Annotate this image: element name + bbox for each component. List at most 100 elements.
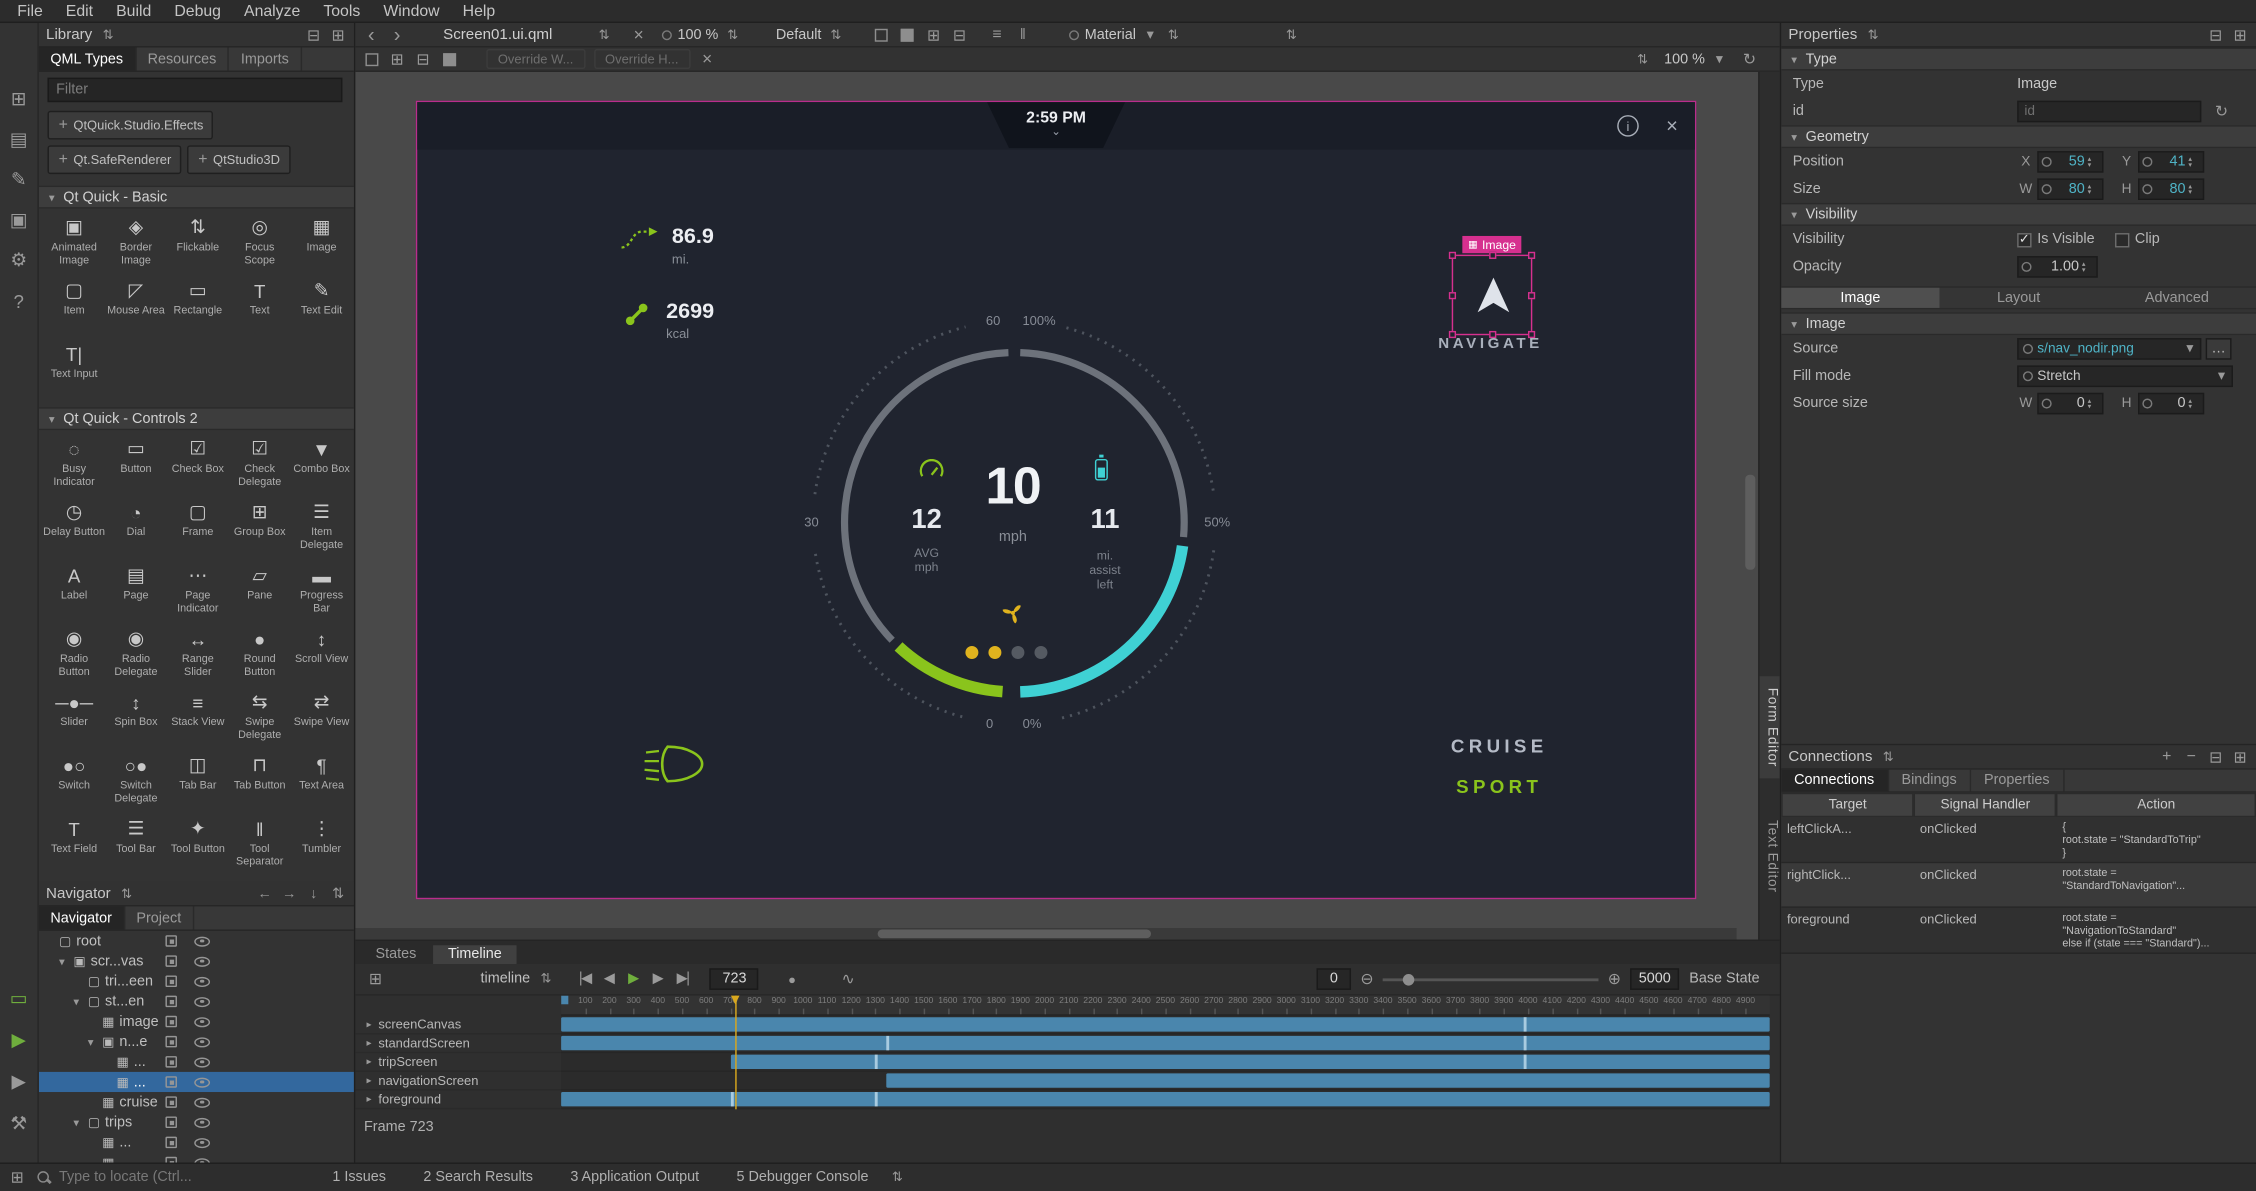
source-width-spinbox[interactable]: 0 [2037,393,2103,415]
move-down-icon[interactable] [305,883,322,903]
export-toggle-icon[interactable] [165,1056,177,1068]
library-component[interactable]: ◔ Dial [105,498,167,560]
resize-handle[interactable] [1489,252,1496,259]
timeline-chart[interactable]: 1002003004005006007008009001000110012001… [561,996,1770,1110]
visibility-eye-icon[interactable] [194,1137,210,1147]
library-component[interactable]: ◫ Tab Bar [167,751,229,813]
library-filter-input[interactable] [47,78,342,102]
type-section-header[interactable]: Type [1781,47,2256,70]
library-component[interactable]: ⋯ Page Indicator [167,561,229,623]
library-component[interactable]: ●○ Switch [43,751,105,813]
timeline-track-label[interactable]: screenCanvas [355,1016,561,1035]
visibility-eye-icon[interactable] [194,1077,210,1087]
play-button[interactable] [625,969,642,989]
expander-icon[interactable] [364,1036,374,1050]
visibility-eye-icon[interactable] [194,976,210,986]
timeline-track-label[interactable]: foreground [355,1091,561,1110]
add-panel-icon[interactable] [2232,747,2249,767]
timeline-panel-tab[interactable]: States [361,945,431,964]
library-component[interactable]: ☑ Check Box [167,435,229,497]
reorder-icon[interactable] [329,883,346,903]
close-icon[interactable]: × [1666,114,1678,137]
action-indicator-icon[interactable] [2023,344,2033,354]
expander-icon[interactable]: ▾ [59,955,73,968]
library-component[interactable]: ▭ Rectangle [167,276,229,338]
x-spinbox[interactable]: 59 [2037,151,2103,173]
horizontal-scrollbar[interactable] [355,928,1736,940]
navigator-item[interactable]: ▦ cruise [39,1092,354,1112]
to-end-button[interactable] [674,969,691,989]
library-component[interactable]: ‖ Tool Separator [229,814,291,876]
library-component[interactable]: ◉ Radio Delegate [105,624,167,686]
action-indicator-icon[interactable] [2042,184,2052,194]
keyframe-marker[interactable] [730,1092,733,1106]
navigator-item[interactable]: ▾ ▢ st...en [39,991,354,1011]
panel-selector-icon[interactable] [1880,747,1897,767]
visibility-section-header[interactable]: Visibility [1781,203,2256,226]
zoom-step-icon[interactable] [1634,49,1651,69]
import-module-button[interactable]: QtQuick.Studio.Effects [47,111,213,140]
output-pane-button[interactable]: 1 Issues [332,1170,386,1186]
range-end-input[interactable]: 5000 [1630,968,1679,990]
visibility-eye-icon[interactable] [194,956,210,966]
connections-column-header[interactable]: Signal Handler [1914,793,2056,817]
action-indicator-icon[interactable] [2023,371,2033,381]
snap-bounds-icon[interactable] [414,49,431,69]
pane-selector-icon[interactable] [889,1168,906,1188]
properties-tab[interactable]: Image [1781,288,1939,308]
library-component[interactable]: ☑ Check Delegate [229,435,291,497]
export-toggle-icon[interactable] [165,1036,177,1048]
timeline-bar[interactable] [730,1055,1769,1069]
library-component[interactable]: ◸ Mouse Area [105,276,167,338]
visibility-eye-icon[interactable] [194,1016,210,1026]
expander-icon[interactable] [364,1073,374,1087]
spinner-arrows-icon[interactable] [2088,183,2100,195]
navigator-item[interactable]: ▦ ... [39,1072,354,1092]
height-spinbox[interactable]: 80 [2138,178,2204,200]
move-right-icon[interactable] [281,883,298,903]
export-toggle-icon[interactable] [165,996,177,1008]
library-component[interactable]: T| Text Input [43,340,105,402]
navigator-tab[interactable]: Project [125,906,194,929]
keyframe-marker[interactable] [1523,1055,1526,1069]
kit-selector[interactable]: ▭ [0,980,37,1017]
style-combo[interactable]: Default [770,24,850,44]
menu-item[interactable]: Help [451,2,507,19]
timeline-zoom-slider[interactable] [1383,978,1599,981]
locate-input[interactable]: Type to locate (Ctrl... [59,1170,246,1186]
dashboard-design[interactable]: 2:59 PM ⌄ i × 86.9mi. [416,101,1697,900]
connections-tab[interactable]: Connections [1781,770,1888,792]
add-panel-icon[interactable] [2232,24,2249,44]
library-component[interactable]: ☰ Item Delegate [291,498,353,560]
navigator-item[interactable]: ▦ ... [39,1052,354,1072]
spinner-arrows-icon[interactable] [2088,398,2100,410]
expander-icon[interactable]: ▾ [73,1116,87,1129]
reset-view-icon[interactable] [1741,49,1758,69]
override-height-input[interactable]: Override H... [594,49,690,69]
navigator-item[interactable]: ▦ ... [39,1132,354,1152]
keyframe-marker[interactable] [875,1055,878,1069]
action-indicator-icon[interactable] [2142,399,2152,409]
timeline-track-label[interactable]: standardScreen [355,1034,561,1053]
vertical-scrollbar[interactable] [1745,475,1755,570]
library-component[interactable]: ▱ Pane [229,561,291,623]
visibility-eye-icon[interactable] [194,996,210,1006]
mode-projects[interactable]: ⚙ [0,242,37,279]
library-component[interactable]: ⇅ Flickable [167,213,229,275]
library-component[interactable]: ≡ Stack View [167,688,229,750]
menu-item[interactable]: Window [372,2,451,19]
library-tab[interactable]: Imports [229,47,301,70]
export-toggle-icon[interactable] [165,1016,177,1028]
range-start-input[interactable]: 0 [1317,968,1352,990]
library-component[interactable]: T Text Field [43,814,105,876]
connections-column-header[interactable]: Target [1781,793,1914,817]
clip-checkbox[interactable] [2115,232,2129,246]
navigator-item[interactable]: ▢ root [39,931,354,951]
visibility-eye-icon[interactable] [194,1037,210,1047]
tool-icon[interactable] [899,24,916,44]
move-left-icon[interactable] [256,883,273,903]
library-tab[interactable]: Resources [136,47,229,70]
export-toggle-icon[interactable] [165,1076,177,1088]
library-component[interactable]: ✎ Text Edit [291,276,353,338]
keyframe-marker[interactable] [886,1036,889,1050]
